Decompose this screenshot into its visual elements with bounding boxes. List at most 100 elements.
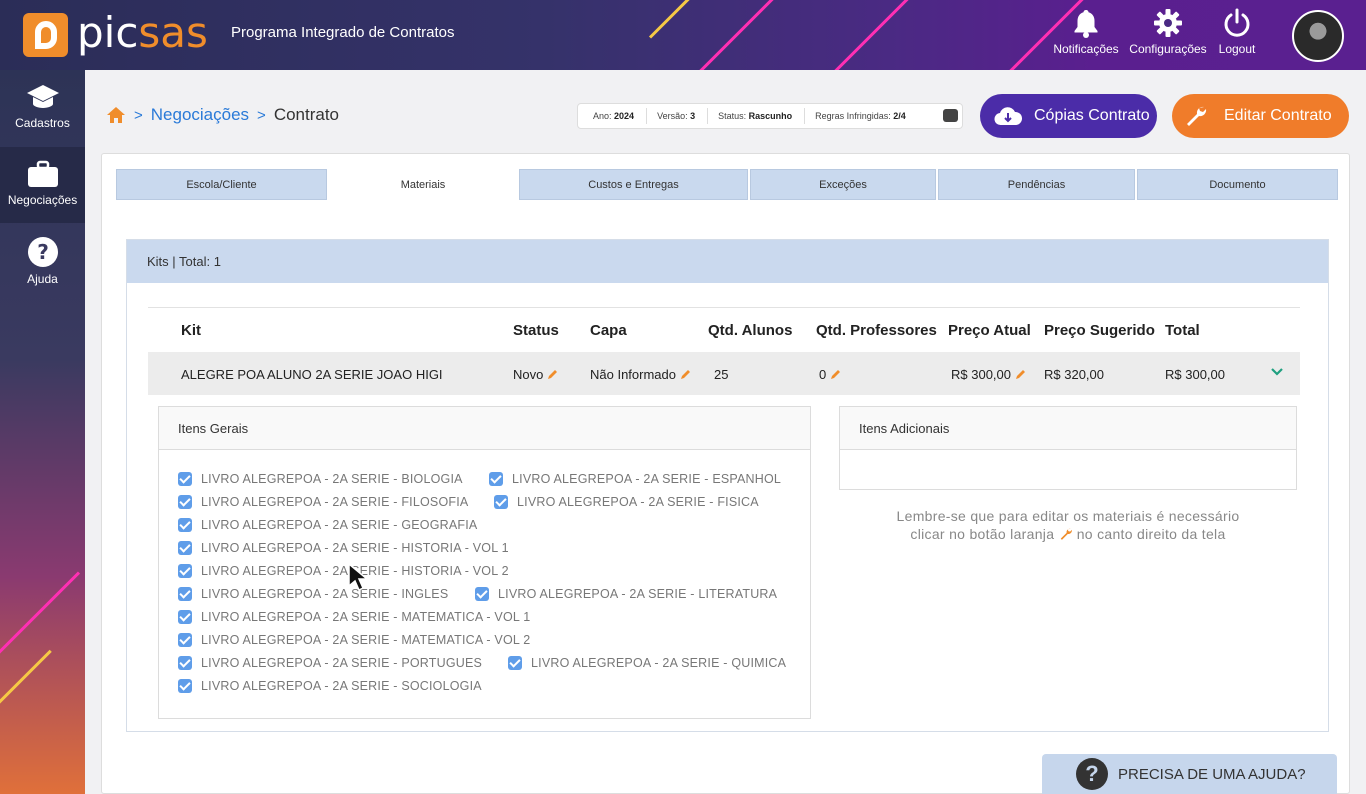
notifications-label: Notificações xyxy=(1053,42,1119,56)
checkbox[interactable] xyxy=(489,472,503,486)
kit-preco-atual: R$ 300,00 xyxy=(951,367,1027,382)
message-icon[interactable] xyxy=(943,109,958,122)
bell-icon xyxy=(1074,10,1098,38)
list-item[interactable]: LIVRO ALEGREPOA - 2A SERIE - INGLES xyxy=(178,587,448,601)
list-item[interactable]: LIVRO ALEGREPOA - 2A SERIE - PORTUGUES xyxy=(178,656,482,670)
status-regras: Regras Infringidas: 2/4 xyxy=(815,111,906,121)
top-bar: picsas Programa Integrado de Contratos N… xyxy=(0,0,1366,70)
breadcrumb-current: Contrato xyxy=(273,105,340,124)
itens-adicionais-panel: Itens Adicionais xyxy=(839,406,1297,490)
chevron-right-icon: > xyxy=(134,106,143,124)
list-item[interactable]: LIVRO ALEGREPOA - 2A SERIE - HISTORIA - … xyxy=(178,541,509,555)
pencil-icon[interactable] xyxy=(830,368,842,380)
kit-status: Novo xyxy=(513,367,559,382)
editar-contrato-button[interactable]: Editar Contrato xyxy=(1172,94,1349,138)
itens-adicionais-title: Itens Adicionais xyxy=(840,407,1296,450)
checkbox[interactable] xyxy=(178,633,192,647)
hint-line: clicar no botão laranja no canto direito… xyxy=(910,526,1226,542)
checkbox[interactable] xyxy=(178,541,192,555)
decor-stripe xyxy=(698,0,808,70)
tab-documento[interactable]: Documento xyxy=(1137,169,1338,200)
chevron-down-icon[interactable] xyxy=(1270,365,1284,380)
sidebar: Cadastros Negociações ? Ajuda xyxy=(0,70,85,794)
checkbox[interactable] xyxy=(178,495,192,509)
kits-table-header: Kit Status Capa Qtd. Alunos Qtd. Profess… xyxy=(148,307,1300,351)
decor-stripe xyxy=(648,0,694,39)
itens-gerais-title: Itens Gerais xyxy=(159,407,810,450)
status-ano: Ano: 2024 xyxy=(593,108,648,124)
avatar[interactable] xyxy=(1292,10,1344,62)
question-circle-icon: ? xyxy=(27,237,58,267)
list-item[interactable]: LIVRO ALEGREPOA - 2A SERIE - HISTORIA - … xyxy=(178,564,509,578)
logout-button[interactable]: Logout xyxy=(1214,8,1260,64)
table-row[interactable]: ALEGRE POA ALUNO 2A SERIE JOAO HIGI Novo… xyxy=(148,352,1300,395)
sidebar-item-negociacoes[interactable]: Negociações xyxy=(0,147,85,223)
tab-custos-entregas[interactable]: Custos e Entregas xyxy=(519,169,748,200)
column-header: Preço Sugerido xyxy=(1044,322,1155,339)
tab-excecoes[interactable]: Exceções xyxy=(750,169,936,200)
logo: picsas xyxy=(77,8,208,57)
tab-pendencias[interactable]: Pendências xyxy=(938,169,1135,200)
checkbox[interactable] xyxy=(178,587,192,601)
decor-stripe xyxy=(0,649,52,723)
list-item[interactable]: LIVRO ALEGREPOA - 2A SERIE - BIOLOGIA xyxy=(178,472,463,486)
wrench-icon xyxy=(1187,106,1207,126)
kit-total: R$ 300,00 xyxy=(1165,367,1225,382)
checkbox[interactable] xyxy=(178,610,192,624)
briefcase-icon xyxy=(27,160,58,187)
graduation-cap-icon xyxy=(26,85,59,108)
list-item[interactable]: LIVRO ALEGREPOA - 2A SERIE - FILOSOFIA xyxy=(178,495,468,509)
cloud-download-icon xyxy=(994,107,1022,126)
settings-label: Configurações xyxy=(1129,42,1207,56)
list-item[interactable]: LIVRO ALEGREPOA - 2A SERIE - MATEMATICA … xyxy=(178,610,530,624)
list-item[interactable]: LIVRO ALEGREPOA - 2A SERIE - GEOGRAFIA xyxy=(178,518,477,532)
column-header: Preço Atual xyxy=(948,322,1031,339)
list-item[interactable]: LIVRO ALEGREPOA - 2A SERIE - LITERATURA xyxy=(475,587,777,601)
hint-line: Lembre-se que para editar os materiais é… xyxy=(896,508,1240,524)
sidebar-item-ajuda[interactable]: ? Ajuda xyxy=(0,224,85,300)
sidebar-item-cadastros[interactable]: Cadastros xyxy=(0,70,85,146)
list-item[interactable]: LIVRO ALEGREPOA - 2A SERIE - SOCIOLOGIA xyxy=(178,679,482,693)
logo-icon xyxy=(23,13,68,57)
tab-escola-cliente[interactable]: Escola/Cliente xyxy=(116,169,327,200)
column-header: Status xyxy=(513,322,559,339)
checkbox[interactable] xyxy=(178,472,192,486)
edit-hint: Lembre-se que para editar os materiais é… xyxy=(868,507,1268,543)
logout-label: Logout xyxy=(1218,42,1256,56)
breadcrumb-link-negociacoes[interactable]: Negociações xyxy=(151,105,249,125)
kit-preco-sugerido: R$ 320,00 xyxy=(1044,367,1104,382)
contract-status-bar: Ano: 2024 Versão: 3 Status: Rascunho Reg… xyxy=(577,103,963,129)
kit-capa: Não Informado xyxy=(590,367,692,382)
list-item[interactable]: LIVRO ALEGREPOA - 2A SERIE - MATEMATICA … xyxy=(178,633,530,647)
home-icon[interactable] xyxy=(106,106,126,124)
list-item[interactable]: LIVRO ALEGREPOA - 2A SERIE - QUIMICA xyxy=(508,656,786,670)
checkbox[interactable] xyxy=(178,656,192,670)
tab-materiais[interactable]: Materiais xyxy=(329,169,517,200)
pencil-icon[interactable] xyxy=(1015,368,1027,380)
pencil-icon[interactable] xyxy=(547,368,559,380)
tab-bar: Escola/Cliente Materiais Custos e Entreg… xyxy=(116,169,1338,200)
checkbox[interactable] xyxy=(178,679,192,693)
settings-button[interactable]: Configurações xyxy=(1128,8,1208,64)
checkbox[interactable] xyxy=(178,564,192,578)
app-title: Programa Integrado de Contratos xyxy=(231,24,455,41)
kit-alunos: 25 xyxy=(714,367,729,382)
sidebar-item-label: Cadastros xyxy=(15,116,70,130)
notifications-button[interactable]: Notificações xyxy=(1052,8,1120,64)
column-header: Kit xyxy=(181,322,201,339)
pencil-icon[interactable] xyxy=(680,368,692,380)
power-icon xyxy=(1224,8,1250,37)
column-header: Qtd. Professores xyxy=(816,322,937,339)
checkbox[interactable] xyxy=(178,518,192,532)
help-button[interactable]: ? PRECISA DE UMA AJUDA? xyxy=(1042,754,1337,794)
checkbox[interactable] xyxy=(508,656,522,670)
itens-gerais-panel: Itens Gerais xyxy=(158,406,811,719)
list-item[interactable]: LIVRO ALEGREPOA - 2A SERIE - FISICA xyxy=(494,495,759,509)
list-item[interactable]: LIVRO ALEGREPOA - 2A SERIE - ESPANHOL xyxy=(489,472,781,486)
kit-professores: 0 xyxy=(819,367,842,382)
copias-contrato-button[interactable]: Cópias Contrato xyxy=(980,94,1157,138)
svg-text:?: ? xyxy=(37,240,49,264)
status-versao: Versão: 3 xyxy=(657,108,709,124)
checkbox[interactable] xyxy=(494,495,508,509)
checkbox[interactable] xyxy=(475,587,489,601)
